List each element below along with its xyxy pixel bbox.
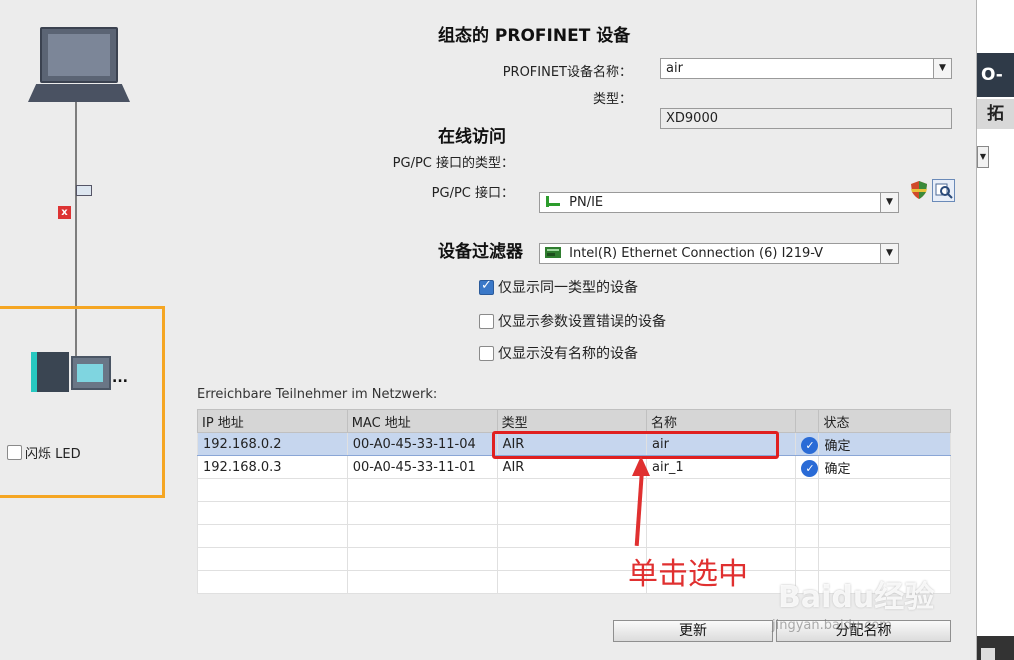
filter-param-error[interactable]: 仅显示参数设置错误的设备 (479, 311, 666, 331)
device-type-field: XD9000 (660, 108, 952, 129)
col-mac-header[interactable]: MAC 地址 (346, 409, 498, 433)
magnifier-icon (935, 183, 953, 199)
iface-select[interactable]: Intel(R) Ethernet Connection (6) I219-V … (539, 243, 899, 264)
watermark-logo: Baidu经验 (778, 580, 935, 615)
empty-row (197, 524, 951, 548)
filter-param-error-checkbox[interactable] (479, 313, 494, 329)
iface-type-select[interactable]: PN/IE ▼ (539, 192, 899, 213)
status-icon-cell: ✓ (795, 455, 820, 479)
ip-cell: 192.168.0.2 (197, 432, 348, 456)
topology-view: x ... 闪烁 LED (0, 0, 180, 660)
flash-led-checkbox[interactable] (7, 445, 22, 460)
network-port-icon (76, 185, 92, 196)
status-icon-cell: ✓ (795, 432, 820, 456)
empty-row (197, 547, 951, 571)
network-card-icon (545, 247, 561, 258)
profinet-name-value: air (666, 61, 683, 76)
pg-pc-icon[interactable] (40, 27, 118, 83)
device-type-label: 类型： (592, 92, 632, 107)
filter-param-error-label: 仅显示参数设置错误的设备 (498, 314, 666, 330)
device-type-value: XD9000 (666, 111, 718, 126)
filter-no-name-label: 仅显示没有名称的设备 (498, 346, 638, 362)
iface-type-label: PG/PC 接口的类型： (392, 156, 514, 171)
profinet-name-field[interactable]: air ▼ (660, 58, 952, 79)
col-name-header[interactable]: 名称 (645, 409, 797, 433)
plc-module-icon[interactable] (31, 352, 69, 392)
filter-same-type[interactable]: 仅显示同一类型的设备 (479, 277, 638, 297)
checkmark-icon: ✓ (801, 437, 819, 454)
col-type-header[interactable]: 类型 (496, 409, 647, 433)
filter-no-name-checkbox[interactable] (479, 345, 494, 361)
topology-tab[interactable]: 拓 (977, 99, 1014, 129)
pn-ie-icon (546, 196, 560, 207)
filter-no-name[interactable]: 仅显示没有名称的设备 (479, 343, 638, 363)
selection-highlight-box (492, 431, 779, 459)
chevron-down-icon[interactable]: ▼ (880, 193, 898, 212)
mac-cell: 00-A0-45-33-11-01 (346, 455, 498, 479)
right-panel-title: O-Sy (977, 53, 1014, 97)
empty-row (197, 478, 951, 502)
filter-same-type-checkbox[interactable] (479, 278, 494, 295)
profinet-section-title: 组态的 PROFINET 设备 (438, 26, 631, 46)
pg-pc-base-icon (28, 84, 130, 102)
empty-row (197, 501, 951, 525)
online-access-title: 在线访问 (438, 127, 506, 147)
iface-type-value: PN/IE (569, 195, 604, 210)
status-cell: 确定 (818, 455, 951, 479)
diagnostics-button[interactable] (932, 179, 955, 202)
io-module-icon[interactable] (71, 356, 111, 390)
iface-label: PG/PC 接口： (431, 186, 514, 201)
ip-cell: 192.168.0.3 (197, 455, 348, 479)
status-cell: 确定 (818, 432, 951, 456)
chevron-down-icon[interactable]: ▼ (933, 59, 951, 78)
col-icon-header (795, 409, 820, 433)
flash-led-option[interactable]: 闪烁 LED (7, 443, 81, 462)
shield-icon[interactable] (909, 180, 929, 200)
device-filter-title: 设备过滤器 (438, 242, 523, 262)
col-ip-header[interactable]: IP 地址 (197, 409, 348, 433)
refresh-button[interactable]: 更新 (613, 620, 773, 642)
panel-toggle-icon[interactable] (981, 648, 995, 660)
watermark-url: jingyan.baidu.com (772, 618, 892, 633)
right-side-panel: O-Sy 拓 ▼ (976, 0, 1014, 660)
annotation-text: 单击选中 (628, 557, 748, 592)
chevron-down-icon[interactable]: ▼ (880, 244, 898, 263)
mac-cell: 00-A0-45-33-11-04 (346, 432, 498, 456)
connection-error-icon: x (58, 206, 71, 219)
chevron-down-icon[interactable]: ▼ (977, 146, 989, 168)
selected-device-frame[interactable] (0, 306, 165, 498)
network-line (75, 102, 77, 198)
col-status-header[interactable]: 状态 (818, 409, 951, 433)
filter-same-type-label: 仅显示同一类型的设备 (498, 280, 638, 296)
iface-value: Intel(R) Ethernet Connection (6) I219-V (569, 246, 824, 261)
profinet-name-label: PROFINET设备名称： (502, 65, 632, 80)
flash-led-label: 闪烁 LED (25, 447, 81, 462)
checkmark-icon: ✓ (801, 460, 819, 477)
accessible-nodes-caption: Erreichbare Teilnehmer im Netzwerk: (197, 387, 438, 402)
table-header-row: IP 地址 MAC 地址 类型 名称 状态 (197, 409, 951, 433)
more-modules-indicator: ... (112, 370, 128, 386)
